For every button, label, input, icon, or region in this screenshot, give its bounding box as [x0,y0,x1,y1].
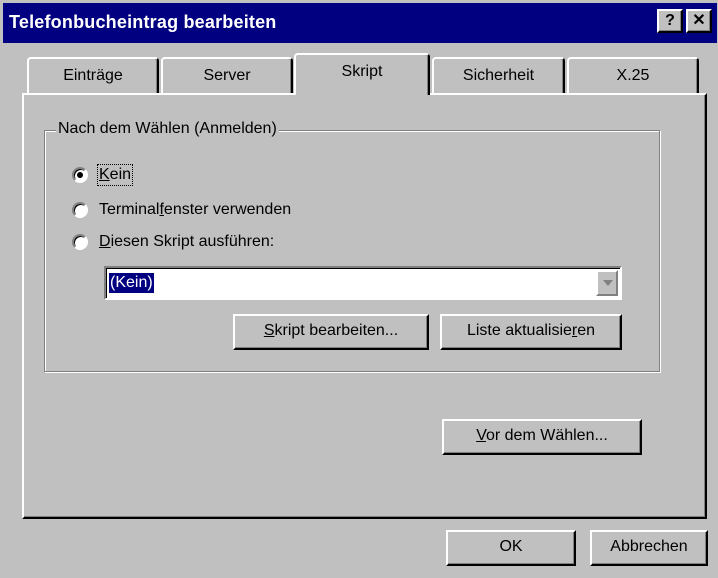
window-title: Telefonbucheintrag bearbeiten [9,12,277,32]
tab-x25[interactable]: X.25 [567,57,699,97]
cancel-button[interactable]: Abbrechen [590,530,708,566]
help-button[interactable]: ? [657,9,683,33]
tab-label: X.25 [616,67,650,84]
ok-button[interactable]: OK [446,530,576,566]
radio-button[interactable] [72,234,88,250]
before-dial-button[interactable]: Vor dem Wählen... [442,419,642,455]
script-select-value: (Kein) [109,273,154,293]
radio-none[interactable]: Kein [72,164,134,186]
dropdown-arrow-button[interactable] [596,270,618,296]
tab-eintraege[interactable]: Einträge [27,57,159,97]
radio-button[interactable] [72,202,88,218]
edit-script-button[interactable]: Skript bearbeiten... [233,314,429,350]
dialog-window: Telefonbucheintrag bearbeiten ? ✕ Einträ… [0,0,718,578]
chevron-down-icon [603,280,613,286]
radio-dot [77,172,83,178]
radio-button[interactable] [72,167,88,183]
tab-skript[interactable]: Skript [294,53,430,95]
title-bar[interactable]: Telefonbucheintrag bearbeiten ? ✕ [3,3,717,43]
tab-server[interactable]: Server [161,57,293,97]
radio-terminal-window[interactable]: Terminalfenster verwenden [72,201,291,219]
cancel-label: Abbrechen [610,538,688,555]
radio-label: Diesen Skript ausführen: [99,233,275,250]
tab-label: Einträge [63,67,123,84]
group-legend: Nach dem Wählen (Anmelden) [56,120,279,138]
tab-sicherheit[interactable]: Sicherheit [432,57,565,97]
close-button[interactable]: ✕ [686,9,712,33]
tab-label: Skript [341,63,383,80]
refresh-list-button[interactable]: Liste aktualisieren [440,314,622,350]
radio-label: Terminalfenster verwenden [99,201,292,218]
radio-label: Kein [96,164,134,186]
script-select[interactable]: (Kein) [104,266,622,300]
tab-label: Server [203,67,251,84]
tab-label: Sicherheit [462,67,535,84]
ok-label: OK [499,538,523,555]
radio-run-script[interactable]: Diesen Skript ausführen: [72,233,274,251]
